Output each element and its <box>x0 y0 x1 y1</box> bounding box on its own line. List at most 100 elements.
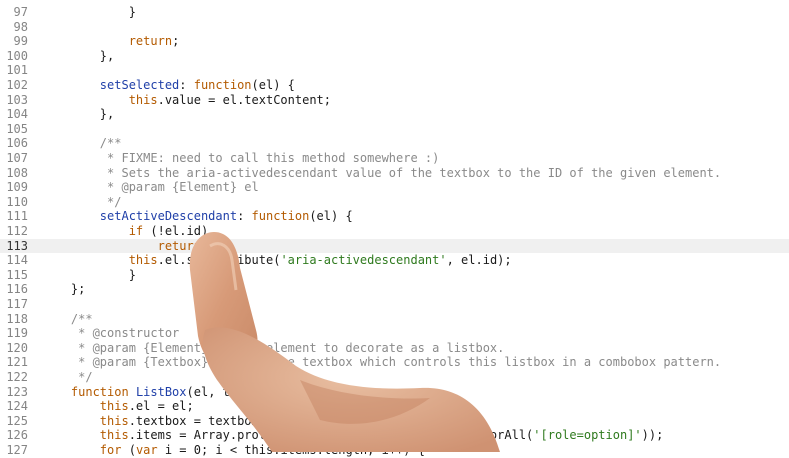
code-line-109[interactable]: 109 * @param {Element} el <box>0 180 789 195</box>
code-line-119[interactable]: 119 * @constructor <box>0 326 789 341</box>
line-number: 120 <box>6 340 28 355</box>
code-token: : <box>179 78 194 92</box>
code-token: ; <box>200 238 209 253</box>
line-code: for (var i = 0; i < this.items.length; i… <box>42 443 425 458</box>
line-number: 103 <box>6 92 28 107</box>
code-line-122[interactable]: 122 */ <box>0 370 789 385</box>
line-code: return; <box>42 238 209 254</box>
line-number: 116 <box>6 282 28 297</box>
code-line-118[interactable]: 118 /** <box>0 312 789 327</box>
code-token: (el) { <box>251 78 295 92</box>
code-token: if <box>128 224 144 238</box>
code-line-97[interactable]: 97 } <box>0 5 789 20</box>
code-line-117[interactable]: 117 <box>0 297 789 312</box>
line-number: 126 <box>6 428 28 443</box>
code-token: this <box>99 399 129 414</box>
code-line-108[interactable]: 108 * Sets the aria-activedescendant val… <box>0 166 789 181</box>
line-code: * @constructor <box>42 326 179 341</box>
code-token: .items = Array.prototype.slice.call(el.q… <box>128 428 534 443</box>
line-number: 97 <box>13 5 28 19</box>
code-line-125[interactable]: 125 this.textbox = textbox; <box>0 414 789 429</box>
code-line-113[interactable]: 113 return; <box>0 238 789 254</box>
code-line-124[interactable]: 124 this.el = el; <box>0 399 789 414</box>
code-token: .value = el.textContent; <box>157 92 331 107</box>
code-token: var <box>135 443 158 457</box>
line-number: 117 <box>6 297 28 311</box>
line-number: 98 <box>13 19 28 34</box>
line-number: 107 <box>6 151 28 165</box>
code-line-99[interactable]: 99 return; <box>0 34 789 49</box>
code-line-111[interactable]: 111 setActiveDescendant: function(el) { <box>0 209 789 224</box>
code-token: this <box>128 92 158 107</box>
code-line-120[interactable]: 120 * @param {Element} el The element to… <box>0 341 789 356</box>
code-line-116[interactable]: 116 }; <box>0 282 789 297</box>
line-code: this.items = Array.prototype.slice.call(… <box>42 428 664 443</box>
code-line-101[interactable]: 101 <box>0 63 789 78</box>
line-code: */ <box>42 370 93 385</box>
line-number: 118 <box>6 311 28 326</box>
code-token: }, <box>99 48 115 63</box>
code-token: function <box>193 78 252 92</box>
line-number: 114 <box>6 253 28 268</box>
code-token: ListBox <box>135 384 187 399</box>
code-line-127[interactable]: 127 for (var i = 0; i < this.items.lengt… <box>0 443 789 458</box>
code-token: ; <box>172 34 180 49</box>
code-token: */ <box>78 370 93 384</box>
code-line-103[interactable]: 103 this.value = el.textContent; <box>0 93 789 108</box>
line-code: setActiveDescendant: function(el) { <box>42 209 353 224</box>
code-line-121[interactable]: 121 * @param {Textbox} textbox The textb… <box>0 355 789 370</box>
line-number: 115 <box>6 267 28 282</box>
code-token: 'aria-activedescendant' <box>280 253 447 268</box>
code-line-110[interactable]: 110 */ <box>0 195 789 210</box>
code-token: * @param {Element} el <box>107 180 259 195</box>
line-number: 125 <box>6 413 28 428</box>
line-code: function ListBox(el, textbox) { <box>42 385 295 400</box>
line-code: }; <box>42 282 85 297</box>
code-token: '[role=option]' <box>533 428 642 443</box>
code-token: (el, textbox) { <box>186 384 295 399</box>
code-token: function <box>251 209 310 224</box>
line-code: return; <box>42 34 180 49</box>
code-token: } <box>128 5 136 19</box>
code-line-98[interactable]: 98 <box>0 20 789 35</box>
code-token: * Sets the aria-activedescendant value o… <box>107 165 722 180</box>
line-code: this.textbox = textbox; <box>42 414 266 429</box>
code-line-115[interactable]: 115 } <box>0 268 789 283</box>
code-line-112[interactable]: 112 if (!el.id) <box>0 224 789 239</box>
code-line-126[interactable]: 126 this.items = Array.prototype.slice.c… <box>0 428 789 443</box>
code-line-114[interactable]: 114 this.el.setAttribute('aria-activedes… <box>0 253 789 268</box>
code-line-100[interactable]: 100 }, <box>0 49 789 64</box>
code-token: return <box>157 238 201 253</box>
code-token: .el.setAttribute( <box>157 253 281 268</box>
code-token: * @param {Textbox} textbox The textbox w… <box>78 355 722 370</box>
code-line-123[interactable]: 123 function ListBox(el, textbox) { <box>0 385 789 400</box>
line-code: /** <box>42 312 93 327</box>
code-token: */ <box>107 194 122 209</box>
code-line-107[interactable]: 107 * FIXME: need to call this method so… <box>0 151 789 166</box>
code-line-105[interactable]: 105 <box>0 122 789 137</box>
code-line-104[interactable]: 104 }, <box>0 107 789 122</box>
code-line-106[interactable]: 106 /** <box>0 136 789 151</box>
line-number: 111 <box>6 209 28 224</box>
code-token: for <box>99 443 122 457</box>
code-editor[interactable]: 97 } 98 99 return; 100 }, 101 102 setSelected… <box>0 0 789 457</box>
line-code: }, <box>42 49 114 64</box>
code-token: function <box>70 384 129 399</box>
line-number: 101 <box>6 63 28 78</box>
line-code: if (!el.id) <box>42 224 208 239</box>
line-number: 113 <box>6 238 28 253</box>
code-line-102[interactable]: 102 setSelected: function(el) { <box>0 78 789 93</box>
line-number: 108 <box>6 165 28 180</box>
